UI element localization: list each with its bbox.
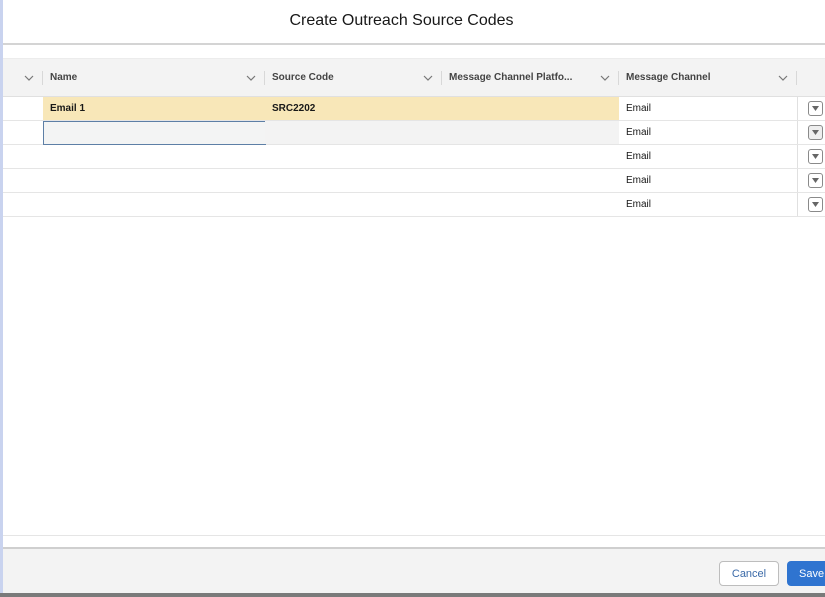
source-code-cell[interactable] (265, 169, 442, 192)
column-header-label: Name (50, 72, 78, 83)
row-number-cell (3, 193, 43, 216)
source-code-cell[interactable] (265, 121, 442, 144)
source-code-cell[interactable] (265, 145, 442, 168)
row-number-cell (3, 121, 43, 144)
row-actions-button[interactable] (808, 101, 823, 116)
message-channel-cell[interactable]: Email (619, 169, 797, 192)
column-header-message-channel[interactable]: Message Channel (619, 59, 797, 96)
column-header-actions (797, 59, 825, 96)
modal-footer: Cancel Save (3, 547, 825, 593)
name-cell[interactable] (43, 193, 265, 216)
chevron-down-icon[interactable] (23, 72, 35, 84)
row-number-cell (3, 145, 43, 168)
row-number-cell (3, 169, 43, 192)
column-header-select (3, 59, 43, 96)
message-channel-platform-cell[interactable] (442, 145, 619, 168)
caret-down-icon (812, 154, 819, 159)
column-header-label: Message Channel Platfo... (449, 72, 573, 83)
message-channel-cell[interactable]: Email (619, 145, 797, 168)
chevron-down-icon[interactable] (777, 72, 789, 84)
row-number-cell (3, 97, 43, 120)
save-button[interactable]: Save (787, 561, 825, 586)
caret-down-icon (812, 202, 819, 207)
source-code-cell[interactable] (265, 193, 442, 216)
column-header-label: Message Channel (626, 72, 711, 83)
message-channel-cell[interactable]: Email (619, 193, 797, 216)
data-grid: Name Source Code Message Channel Platfo.… (3, 58, 825, 536)
modal-header: Create Outreach Source Codes (3, 0, 825, 45)
source-code-cell[interactable]: SRC2202 (265, 97, 442, 120)
caret-down-icon (812, 106, 819, 111)
column-header-source-code[interactable]: Source Code (265, 59, 442, 96)
modal-title: Create Outreach Source Codes (289, 11, 514, 29)
table-row: Email 1 SRC2202 Email (3, 97, 825, 121)
column-header-label: Source Code (272, 72, 334, 83)
row-actions-button[interactable] (808, 197, 823, 212)
row-actions-cell (797, 169, 825, 192)
cancel-button[interactable]: Cancel (719, 561, 779, 586)
row-actions-cell (797, 193, 825, 216)
grid-body: Email 1 SRC2202 Email Email Email Email … (3, 97, 825, 217)
row-actions-cell (797, 145, 825, 168)
message-channel-platform-cell[interactable] (442, 169, 619, 192)
name-cell[interactable] (43, 145, 265, 168)
grid-header-row: Name Source Code Message Channel Platfo.… (3, 58, 825, 97)
row-actions-button[interactable] (808, 173, 823, 188)
row-actions-button[interactable] (808, 125, 823, 140)
chevron-down-icon[interactable] (422, 72, 434, 84)
name-cell[interactable] (43, 121, 266, 145)
name-input[interactable] (43, 121, 266, 145)
table-row: Email (3, 145, 825, 169)
table-row: Email (3, 169, 825, 193)
name-cell[interactable] (43, 169, 265, 192)
message-channel-cell[interactable]: Email (619, 97, 797, 120)
chevron-down-icon[interactable] (599, 72, 611, 84)
row-actions-cell (797, 97, 825, 120)
caret-down-icon (812, 178, 819, 183)
table-row: Email (3, 121, 825, 145)
chevron-down-icon[interactable] (245, 72, 257, 84)
caret-down-icon (812, 130, 819, 135)
message-channel-platform-cell[interactable] (442, 193, 619, 216)
column-header-name[interactable]: Name (43, 59, 265, 96)
table-row: Email (3, 193, 825, 217)
name-cell[interactable]: Email 1 (43, 97, 265, 120)
message-channel-platform-cell[interactable] (442, 97, 619, 120)
window-bottom-edge (0, 593, 825, 597)
row-actions-button[interactable] (808, 149, 823, 164)
message-channel-cell[interactable]: Email (619, 121, 797, 144)
column-header-message-channel-platform[interactable]: Message Channel Platfo... (442, 59, 619, 96)
row-actions-cell (797, 121, 825, 144)
message-channel-platform-cell[interactable] (442, 121, 619, 144)
